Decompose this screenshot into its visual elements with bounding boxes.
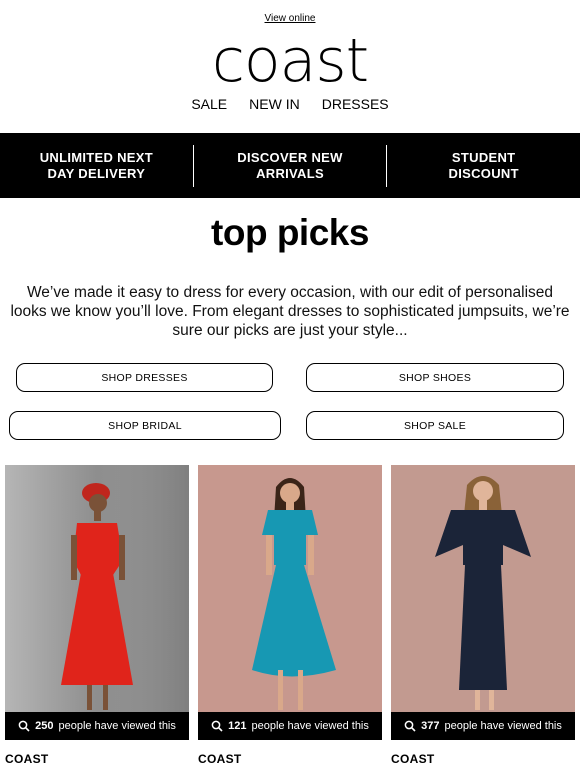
- shop-sale-button[interactable]: SHOP SALE: [306, 411, 564, 440]
- views-text: people have viewed this: [251, 720, 369, 732]
- product-name: [5, 770, 189, 774]
- views-count: 250: [35, 720, 54, 732]
- model-photo: [391, 465, 575, 740]
- views-text: people have viewed this: [58, 720, 176, 732]
- promo-bar: UNLIMITED NEXT DAY DELIVERY DISCOVER NEW A…: [0, 133, 580, 198]
- model-photo: [5, 465, 189, 740]
- section-title: top picks: [211, 212, 369, 253]
- promo-student-discount[interactable]: STUDENT DISCOUNT: [387, 133, 580, 198]
- product-card[interactable]: 121 people have viewed this COAST: [198, 465, 382, 774]
- model-photo: [198, 465, 382, 740]
- product-image[interactable]: 121 people have viewed this: [198, 465, 382, 740]
- promo-delivery[interactable]: UNLIMITED NEXT DAY DELIVERY: [0, 133, 193, 198]
- top-nav: SALE NEW IN DRESSES: [0, 96, 580, 112]
- shop-dresses-button[interactable]: SHOP DRESSES: [16, 363, 273, 392]
- search-icon: [211, 720, 223, 732]
- promo-new-arrivals[interactable]: DISCOVER NEW ARRIVALS: [194, 133, 387, 198]
- product-name: [391, 770, 575, 774]
- nav-item-new-in[interactable]: NEW IN: [249, 96, 300, 112]
- shop-shoes-button[interactable]: SHOP SHOES: [306, 363, 564, 392]
- search-icon: [18, 720, 30, 732]
- shop-bridal-button[interactable]: SHOP BRIDAL: [9, 411, 281, 440]
- product-image[interactable]: 250 people have viewed this: [5, 465, 189, 740]
- intro-text: We’ve made it easy to dress for every oc…: [10, 284, 570, 339]
- views-badge: 377 people have viewed this: [391, 712, 575, 740]
- brand-logo[interactable]: coast: [0, 22, 580, 100]
- views-text: people have viewed this: [444, 720, 562, 732]
- product-brand: COAST: [198, 752, 242, 766]
- product-brand: COAST: [5, 752, 49, 766]
- views-badge: 250 people have viewed this: [5, 712, 189, 740]
- nav-item-dresses[interactable]: DRESSES: [322, 96, 389, 112]
- views-badge: 121 people have viewed this: [198, 712, 382, 740]
- product-name: [198, 770, 382, 774]
- views-count: 377: [421, 720, 440, 732]
- product-image[interactable]: 377 people have viewed this: [391, 465, 575, 740]
- product-brand: COAST: [391, 752, 435, 766]
- views-count: 121: [228, 720, 247, 732]
- search-icon: [404, 720, 416, 732]
- product-card[interactable]: 377 people have viewed this COAST: [391, 465, 575, 774]
- product-card[interactable]: 250 people have viewed this COAST: [5, 465, 189, 774]
- nav-item-sale[interactable]: SALE: [191, 96, 227, 112]
